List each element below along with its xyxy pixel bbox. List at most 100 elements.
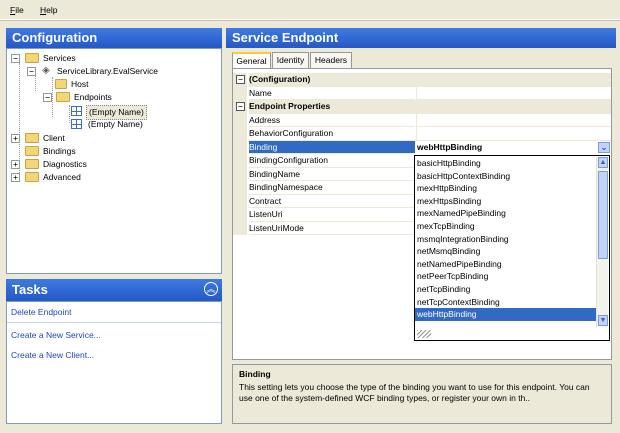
collapse-icon[interactable]: − <box>236 75 245 84</box>
configuration-tree[interactable]: − Services − ◈ ServiceLibrary.EvalServic… <box>6 48 222 274</box>
tree-label-service-library: ServiceLibrary.EvalService <box>57 66 158 76</box>
tab-headers[interactable]: Headers <box>310 52 352 68</box>
service-icon: ◈ <box>42 65 50 76</box>
host-icon <box>55 79 67 89</box>
binding-option[interactable]: msmqIntegrationBinding <box>417 233 595 246</box>
tab-general[interactable]: General <box>232 52 271 69</box>
category-configuration[interactable]: − (Configuration) <box>233 73 611 87</box>
tree-label-diagnostics: Diagnostics <box>43 159 87 169</box>
folder-icon <box>25 159 39 169</box>
collapse-icon[interactable]: − <box>236 102 245 111</box>
tree-label-endpoint-2: (Empty Name) <box>88 119 143 129</box>
task-divider <box>7 322 221 323</box>
binding-option[interactable]: netMsmqBinding <box>417 245 595 258</box>
chevron-down-icon[interactable]: ⌄ <box>598 142 610 153</box>
folder-icon <box>25 133 39 143</box>
property-label: ListenUri <box>249 208 415 222</box>
folder-icon <box>56 92 70 102</box>
property-value[interactable] <box>416 127 611 141</box>
grid-gutter <box>233 86 247 100</box>
collapse-icon[interactable]: − <box>43 93 52 102</box>
menu-separator <box>0 20 620 21</box>
binding-option[interactable]: mexTcpBinding <box>417 220 595 233</box>
binding-combo[interactable]: webHttpBinding ⌄ <box>415 141 611 154</box>
dropdown-scrollbar[interactable]: ▲ ▼ <box>596 157 608 327</box>
tasks-title: Tasks <box>6 279 222 301</box>
menu-file[interactable]: File <box>10 5 24 15</box>
tasks-panel: Delete Endpoint Create a New Service... … <box>6 301 222 424</box>
grid-gutter <box>233 167 247 181</box>
grid-gutter <box>233 154 247 168</box>
scrollbar-thumb[interactable] <box>598 171 608 259</box>
menu-bar: File Help <box>0 0 620 20</box>
tree-guide-line <box>69 105 70 123</box>
binding-option[interactable]: mexNamedPipeBinding <box>417 207 595 220</box>
resize-grip-icon[interactable] <box>417 330 431 338</box>
property-label: BindingConfiguration <box>249 154 415 168</box>
grid-gutter <box>233 113 247 127</box>
service-endpoint-title: Service Endpoint <box>226 28 616 48</box>
binding-option[interactable]: basicHttpBinding <box>417 157 595 170</box>
configuration-title: Configuration <box>6 28 222 48</box>
tree-label-endpoints: Endpoints <box>74 92 112 102</box>
endpoint-icon <box>71 106 82 116</box>
binding-option[interactable]: mexHttpsBinding <box>417 195 595 208</box>
create-service-link[interactable]: Create a New Service... <box>11 330 101 340</box>
property-row-behavior-configuration[interactable]: BehaviorConfiguration <box>233 127 611 141</box>
property-row-name[interactable]: Name <box>233 86 611 100</box>
property-description: Binding This setting lets you choose the… <box>232 364 612 424</box>
binding-option[interactable]: basicHttpContextBinding <box>417 170 595 183</box>
property-label: BindingName <box>249 168 415 181</box>
property-label: Binding <box>249 140 415 154</box>
grid-gutter <box>233 181 247 195</box>
tree-guide-line <box>52 77 53 117</box>
tree-label-host: Host <box>71 79 89 89</box>
expand-icon[interactable]: + <box>11 160 20 169</box>
property-label: BindingNamespace <box>249 181 415 195</box>
property-label: Address <box>249 114 415 127</box>
chevron-up-icon[interactable]: ︽ <box>204 282 218 296</box>
grid-gutter <box>233 140 247 154</box>
expand-icon[interactable]: + <box>11 134 20 143</box>
menu-file-rest: ile <box>15 5 24 15</box>
collapse-icon[interactable]: − <box>27 67 36 76</box>
binding-dropdown-list[interactable]: basicHttpBinding basicHttpContextBinding m… <box>414 155 610 341</box>
folder-icon <box>25 172 39 182</box>
binding-option[interactable]: netTcpBinding <box>417 283 595 296</box>
expand-icon[interactable]: + <box>11 173 20 182</box>
property-label: Name <box>249 87 415 100</box>
binding-combo-value: webHttpBinding <box>417 142 483 152</box>
tree-label-bindings: Bindings <box>43 146 76 156</box>
tree-label-services: Services <box>43 53 76 63</box>
collapse-icon[interactable]: − <box>11 54 20 63</box>
category-endpoint-properties[interactable]: − Endpoint Properties <box>233 100 611 114</box>
grid-gutter <box>233 221 247 235</box>
tab-identity[interactable]: Identity <box>272 52 309 68</box>
category-label: Endpoint Properties <box>249 100 611 114</box>
menu-help[interactable]: Help <box>40 5 57 15</box>
scroll-up-icon[interactable]: ▲ <box>598 157 608 168</box>
grid-gutter: − <box>233 73 247 87</box>
endpoint-icon <box>71 119 82 129</box>
description-title: Binding <box>239 369 271 379</box>
property-value[interactable] <box>416 86 611 100</box>
property-label: Contract <box>249 195 415 208</box>
grid-gutter <box>233 194 247 208</box>
property-row-address[interactable]: Address <box>233 113 611 127</box>
binding-option[interactable]: mexHttpBinding <box>417 182 595 195</box>
grid-gutter: − <box>233 100 247 114</box>
binding-option[interactable]: netPeerTcpBinding <box>417 270 595 283</box>
property-label: BehaviorConfiguration <box>249 127 415 141</box>
binding-option[interactable]: webHttpBinding <box>415 308 596 321</box>
property-value[interactable] <box>416 113 611 127</box>
category-label: (Configuration) <box>249 73 611 87</box>
tree-label-advanced: Advanced <box>43 172 81 182</box>
binding-option[interactable]: netTcpContextBinding <box>417 296 595 309</box>
scroll-down-icon[interactable]: ▼ <box>598 315 608 326</box>
folder-icon <box>25 53 39 63</box>
delete-endpoint-link[interactable]: Delete Endpoint <box>11 307 72 317</box>
menu-help-rest: elp <box>46 5 58 15</box>
binding-option[interactable]: netNamedPipeBinding <box>417 258 595 271</box>
grid-gutter <box>233 208 247 222</box>
create-client-link[interactable]: Create a New Client... <box>11 350 94 360</box>
